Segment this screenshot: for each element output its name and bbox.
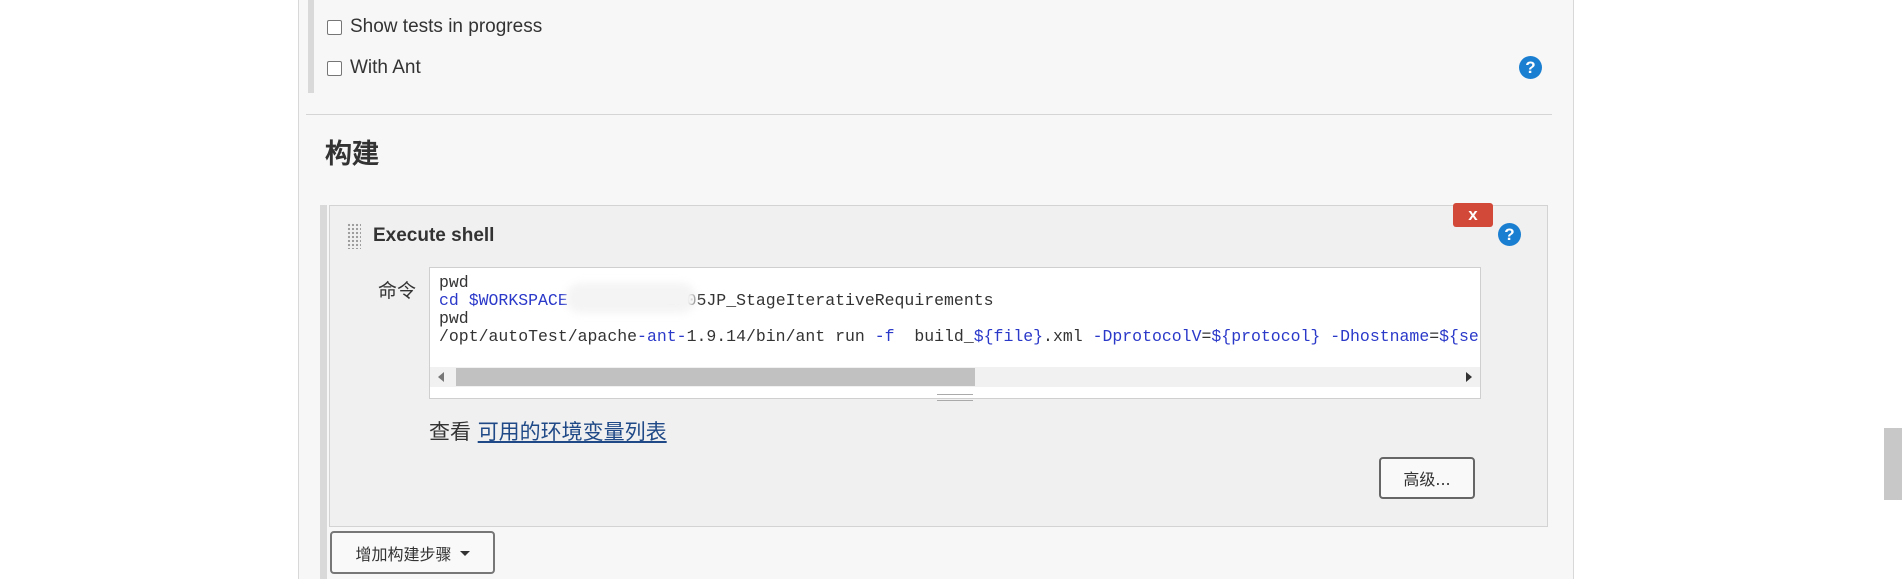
scroll-left-icon[interactable] [438, 372, 444, 382]
env-vars-link[interactable]: 可用的环境变量列表 [478, 420, 667, 444]
code-token: I/05JP_StageIterativeRequirements [666, 291, 994, 310]
code-token: /opt/autoTest/apache [439, 327, 638, 346]
show-tests-option[interactable]: Show tests in progress [327, 16, 542, 38]
code-token: ${protocol} [1211, 327, 1321, 346]
code-token: cd [439, 291, 459, 310]
add-build-step-label: 增加构建步骤 [355, 544, 452, 564]
code-token: ${serviceU [1439, 327, 1480, 346]
code-token: ${file} [973, 327, 1044, 346]
code-token: .xml [1043, 327, 1093, 346]
code-token: -DprotocolV [1092, 327, 1202, 346]
env-vars-line: 查看 可用的环境变量列表 [429, 416, 667, 446]
code-token: = [1201, 327, 1212, 346]
code-line-3: pwd [439, 309, 469, 328]
drag-handle-icon[interactable] [347, 223, 361, 249]
with-ant-label: With Ant [350, 57, 421, 78]
delete-step-button[interactable]: x [1453, 203, 1493, 227]
advanced-button[interactable]: 高级... [1379, 457, 1475, 499]
env-prefix: 查看 [429, 420, 478, 444]
code-token: -Dhostname [1330, 327, 1430, 346]
code-token: 1.9.14/bin/ant run [686, 327, 875, 346]
with-ant-option[interactable]: With Ant [327, 57, 421, 79]
step-title: Execute shell [373, 225, 495, 246]
code-token: -ant- [637, 327, 687, 346]
help-icon[interactable]: ? [1519, 56, 1542, 79]
command-label: 命令 [378, 280, 417, 302]
build-step-bar [320, 205, 327, 579]
code-token: -f [874, 327, 895, 346]
command-editor[interactable]: pwd cd $WORKSPACE I/05JP_StageIterativeR… [429, 267, 1481, 399]
options-group-bar [308, 0, 314, 93]
code-token: $WORKSPACE [468, 291, 568, 310]
show-tests-checkbox[interactable] [327, 19, 342, 35]
code-token: = [1429, 327, 1440, 346]
code-token: build_ [894, 327, 974, 346]
horizontal-scrollbar[interactable] [430, 367, 1480, 387]
help-icon[interactable]: ? [1498, 223, 1521, 246]
show-tests-label: Show tests in progress [350, 16, 543, 37]
scrollbar-thumb[interactable] [456, 368, 975, 386]
code-line-1: pwd [439, 273, 469, 292]
scroll-right-icon[interactable] [1466, 372, 1472, 382]
chevron-down-icon [459, 551, 470, 556]
add-build-step-button[interactable]: 增加构建步骤 [330, 531, 495, 574]
with-ant-checkbox[interactable] [327, 60, 342, 76]
redacted-region [566, 283, 696, 313]
build-section-title: 构建 [325, 139, 379, 170]
section-divider [306, 114, 1552, 115]
resize-grip-icon[interactable] [937, 394, 973, 401]
page-scrollbar-thumb[interactable] [1884, 428, 1902, 500]
